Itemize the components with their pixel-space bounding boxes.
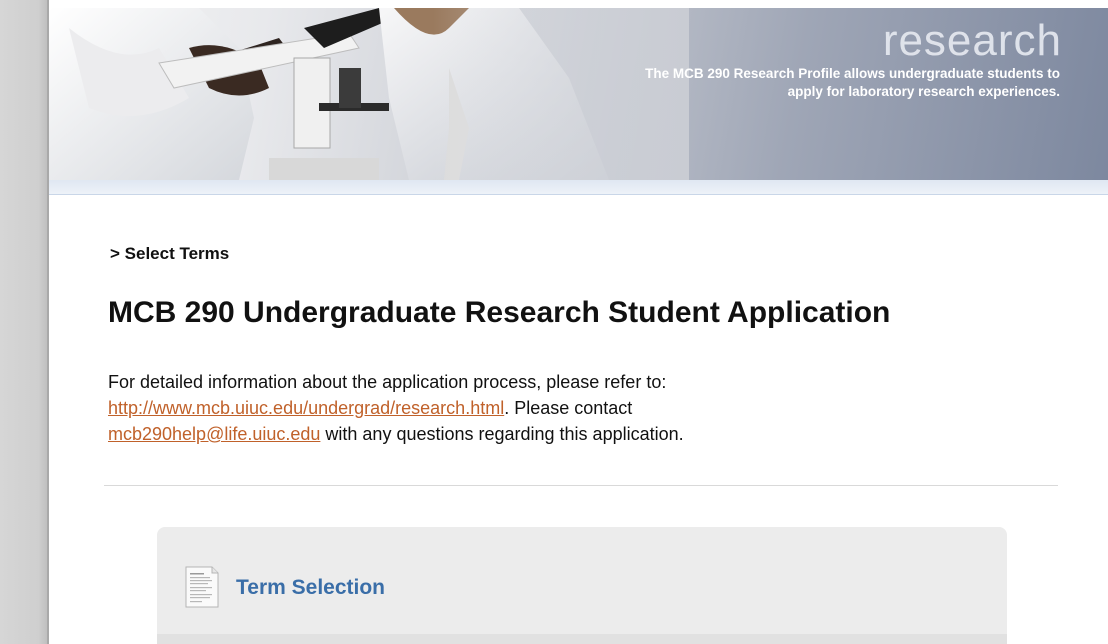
- research-info-link[interactable]: http://www.mcb.uiuc.edu/undergrad/resear…: [108, 398, 504, 418]
- breadcrumb: > Select Terms: [110, 244, 230, 263]
- intro-text-2: . Please contact: [504, 398, 633, 418]
- term-selection-panel-body: [157, 634, 1007, 644]
- banner-top-strip: [49, 0, 1108, 8]
- document-icon: [185, 566, 219, 608]
- page: research The MCB 290 Research Profile al…: [0, 0, 1108, 644]
- header-banner: research The MCB 290 Research Profile al…: [49, 8, 1108, 180]
- banner-description: The MCB 290 Research Profile allows unde…: [645, 66, 1060, 99]
- banner-title: research: [882, 16, 1062, 65]
- help-email-link[interactable]: mcb290help@life.uiuc.edu: [108, 424, 320, 444]
- term-selection-title: Term Selection: [236, 576, 385, 599]
- left-gutter: [0, 0, 48, 644]
- lab-photo-image: [49, 8, 689, 180]
- intro-text-1: For detailed information about the appli…: [108, 372, 667, 392]
- intro-paragraph: For detailed information about the appli…: [108, 369, 948, 447]
- intro-text-3: with any questions regarding this applic…: [320, 424, 684, 444]
- page-title: MCB 290 Undergraduate Research Student A…: [108, 296, 891, 329]
- divider: [104, 485, 1058, 486]
- banner-bottom-bar: [49, 180, 1108, 195]
